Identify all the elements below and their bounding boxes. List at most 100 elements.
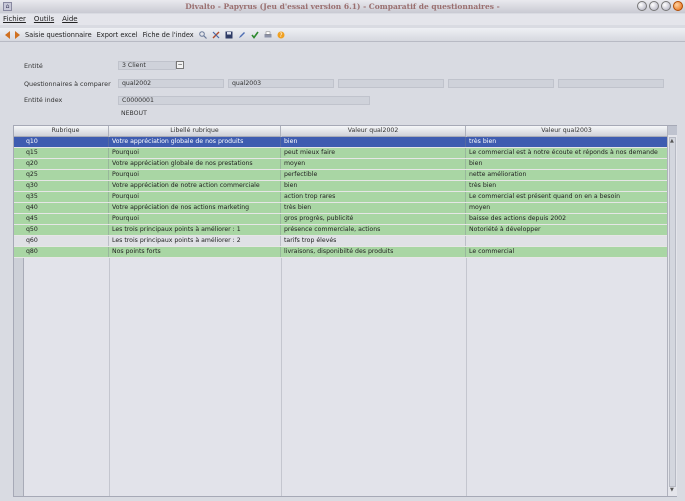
cell-valeur-2002[interactable]: peut mieux faire (281, 148, 466, 158)
compare-field-2[interactable]: qual2003 (228, 79, 334, 88)
cell-valeur-2003[interactable]: bien (466, 159, 668, 169)
cell-libelle[interactable]: Votre appréciation de notre action comme… (109, 181, 281, 191)
cell-valeur-2002[interactable]: présence commerciale, actions (281, 225, 466, 235)
cell-valeur-2003[interactable]: moyen (466, 203, 668, 213)
table-row[interactable]: q60 Les trois principaux points à amélior… (14, 236, 668, 247)
table-header: Rubrique Libellé rubrique Valeur qual200… (14, 126, 676, 137)
cell-rubrique[interactable]: q30 (23, 181, 109, 191)
entry-button[interactable]: Saisie questionnaire (25, 31, 92, 39)
cell-rubrique[interactable]: q10 (23, 137, 109, 147)
minimize-button[interactable] (637, 1, 647, 11)
cell-valeur-2002[interactable]: tarifs trop élevés (281, 236, 466, 246)
maximize-button[interactable] (649, 1, 659, 11)
cell-libelle[interactable]: Nos points forts (109, 247, 281, 257)
cell-valeur-2002[interactable]: très bien (281, 203, 466, 213)
entity-label: Entité (24, 62, 43, 70)
compare-field-3[interactable] (338, 79, 444, 88)
previous-arrow-icon[interactable] (5, 30, 10, 39)
close-button[interactable] (673, 1, 683, 11)
cell-rubrique[interactable]: q35 (23, 192, 109, 202)
compare-label: Questionnaires à comparer (24, 80, 111, 88)
menu-fichier[interactable]: Fichier (3, 14, 26, 25)
cell-libelle[interactable]: Pourquoi (109, 148, 281, 158)
entity-field[interactable]: 3 Client (118, 61, 176, 70)
checkmark-icon[interactable] (251, 31, 259, 39)
restore-button[interactable] (661, 1, 671, 11)
cell-rubrique[interactable]: q40 (23, 203, 109, 213)
cell-valeur-2003[interactable]: Le commercial (466, 247, 668, 257)
help-icon[interactable]: ? (277, 31, 285, 39)
vertical-scrollbar[interactable]: ▲ ▼ (667, 126, 677, 496)
search-icon[interactable] (198, 30, 207, 39)
pencil-icon[interactable] (238, 31, 246, 39)
header-rubrique[interactable]: Rubrique (23, 126, 109, 136)
table-row[interactable]: q50 Les trois principaux points à amélior… (14, 225, 668, 236)
entity-dropdown-button[interactable]: − (176, 61, 184, 69)
window-controls (637, 1, 683, 11)
scroll-down-icon[interactable]: ▼ (670, 488, 674, 493)
cell-valeur-2002[interactable]: moyen (281, 159, 466, 169)
compare-field-4[interactable] (448, 79, 554, 88)
header-valeur-2002[interactable]: Valeur qual2002 (281, 126, 466, 136)
cell-libelle[interactable]: Les trois principaux points à améliorer … (109, 225, 281, 235)
table-row[interactable]: q15 Pourquoi peut mieux faire Le commercial… (14, 148, 668, 159)
table-row[interactable]: q40 Votre appréciation de nos actions mar… (14, 203, 668, 214)
index-code-field[interactable]: C0000001 (118, 96, 370, 105)
cell-valeur-2003[interactable] (466, 236, 668, 246)
toolbar: Saisie questionnaire Export excel Fiche … (0, 28, 685, 42)
cell-rubrique[interactable]: q25 (23, 170, 109, 180)
cell-libelle[interactable]: Les trois principaux points à améliorer … (109, 236, 281, 246)
cell-libelle[interactable]: Votre appréciation globale de nos presta… (109, 159, 281, 169)
next-arrow-icon[interactable] (15, 30, 20, 39)
save-icon[interactable] (225, 31, 233, 39)
cell-valeur-2002[interactable]: bien (281, 181, 466, 191)
cell-libelle[interactable]: Votre appréciation globale de nos produi… (109, 137, 281, 147)
scroll-up-icon[interactable]: ▲ (670, 139, 674, 144)
cell-rubrique[interactable]: q15 (23, 148, 109, 158)
table-row[interactable]: q30 Votre appréciation de notre action co… (14, 181, 668, 192)
comparison-table: Rubrique Libellé rubrique Valeur qual200… (13, 125, 677, 497)
cell-rubrique[interactable]: q80 (23, 247, 109, 257)
menu-bar: Fichier Outils Aide (0, 14, 685, 25)
header-valeur-2003[interactable]: Valeur qual2003 (466, 126, 668, 136)
table-row[interactable]: q10 Votre appréciation globale de nos pro… (14, 137, 668, 148)
cell-valeur-2003[interactable]: très bien (466, 137, 668, 147)
scrollbar-thumb[interactable] (669, 137, 676, 487)
cell-valeur-2002[interactable]: bien (281, 137, 466, 147)
table-row[interactable]: q45 Pourquoi gros progrès, publicité baisse… (14, 214, 668, 225)
index-sheet-button[interactable]: Fiche de l'index (143, 31, 194, 39)
export-excel-button[interactable]: Export excel (97, 31, 138, 39)
cell-valeur-2002[interactable]: perfectible (281, 170, 466, 180)
cell-valeur-2002[interactable]: action trop rares (281, 192, 466, 202)
cell-valeur-2003[interactable]: baisse des actions depuis 2002 (466, 214, 668, 224)
cell-rubrique[interactable]: q20 (23, 159, 109, 169)
menu-outils[interactable]: Outils (34, 14, 54, 25)
cell-rubrique[interactable]: q45 (23, 214, 109, 224)
window-title: Divalto - Papyrus (Jeu d'essai version 6… (185, 2, 500, 11)
cell-libelle[interactable]: Pourquoi (109, 192, 281, 202)
cell-valeur-2003[interactable]: Le commercial est à notre écoute et répo… (466, 148, 668, 158)
index-name-text: NEBOUT (121, 110, 147, 117)
table-row[interactable]: q35 Pourquoi action trop rares Le commercia… (14, 192, 668, 203)
header-libelle[interactable]: Libellé rubrique (109, 126, 281, 136)
cell-valeur-2003[interactable]: nette amélioration (466, 170, 668, 180)
compare-field-5[interactable] (558, 79, 664, 88)
print-icon[interactable] (264, 31, 272, 39)
table-row[interactable]: q80 Nos points forts livraisons, disponibi… (14, 247, 668, 258)
cell-valeur-2003[interactable]: Notoriété à développer (466, 225, 668, 235)
compare-field-1[interactable]: qual2002 (118, 79, 224, 88)
cell-valeur-2003[interactable]: Le commercial est présent quand on en a … (466, 192, 668, 202)
cell-valeur-2003[interactable]: très bien (466, 181, 668, 191)
cell-libelle[interactable]: Votre appréciation de nos actions market… (109, 203, 281, 213)
tools-icon[interactable] (212, 31, 220, 39)
svg-text:?: ? (279, 32, 282, 39)
cell-valeur-2002[interactable]: gros progrès, publicité (281, 214, 466, 224)
cell-rubrique[interactable]: q60 (23, 236, 109, 246)
cell-libelle[interactable]: Pourquoi (109, 170, 281, 180)
menu-aide[interactable]: Aide (62, 14, 77, 25)
cell-valeur-2002[interactable]: livraisons, disponibilté des produits (281, 247, 466, 257)
table-row[interactable]: q20 Votre appréciation globale de nos pre… (14, 159, 668, 170)
cell-rubrique[interactable]: q50 (23, 225, 109, 235)
table-row[interactable]: q25 Pourquoi perfectible nette amélioration (14, 170, 668, 181)
cell-libelle[interactable]: Pourquoi (109, 214, 281, 224)
